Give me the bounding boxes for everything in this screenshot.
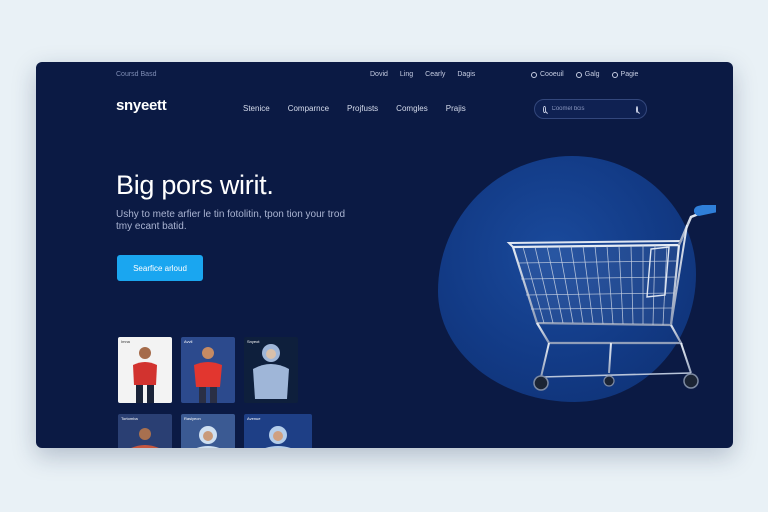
globe-icon bbox=[531, 71, 537, 78]
util-label-3: Pagie bbox=[620, 71, 639, 78]
nav-link-4[interactable]: Comgles bbox=[396, 104, 428, 113]
cta-button[interactable]: Searfice arloud bbox=[117, 255, 203, 281]
top-utils: Cooeuil Galg Pagie bbox=[531, 71, 638, 78]
top-link-3[interactable]: Cearly bbox=[425, 71, 445, 78]
product-thumb[interactable]: Tortomba bbox=[118, 414, 172, 448]
util-label-1: Cooeuil bbox=[540, 71, 564, 78]
app-window: Coursd Basd Dovid Ling Cearly Dagis Cooe… bbox=[36, 62, 733, 448]
search-icon bbox=[543, 105, 546, 113]
product-thumb[interactable]: Raslyeon bbox=[181, 414, 235, 448]
shopping-cart-image bbox=[506, 205, 716, 391]
top-link-1[interactable]: Dovid bbox=[370, 71, 388, 78]
product-thumb[interactable]: Avenue bbox=[244, 414, 312, 448]
logo[interactable]: snyeett bbox=[116, 97, 167, 114]
product-thumb[interactable]: Imna bbox=[118, 337, 172, 403]
person-figure bbox=[194, 347, 222, 403]
person-figure bbox=[131, 428, 159, 448]
nav-link-3[interactable]: Projfusts bbox=[347, 104, 378, 113]
search-submit-icon[interactable] bbox=[635, 105, 638, 113]
top-link-2[interactable]: Ling bbox=[400, 71, 413, 78]
util-item-3[interactable]: Pagie bbox=[611, 71, 639, 78]
thumb-tag: Raslyeon bbox=[184, 416, 201, 421]
user-icon bbox=[611, 71, 618, 78]
util-item-1[interactable]: Cooeuil bbox=[531, 71, 564, 78]
nav-link-5[interactable]: Prajis bbox=[446, 104, 466, 113]
hero-title: Big pors wirit. bbox=[116, 170, 274, 200]
nav-link-1[interactable]: Stenice bbox=[243, 104, 270, 113]
main-navbar: snyeett Stenice Comparnce Projfusts Comg… bbox=[36, 92, 733, 126]
product-thumb[interactable]: Avvil bbox=[181, 337, 235, 403]
person-figure bbox=[196, 426, 220, 448]
thumb-tag: Tortomba bbox=[121, 416, 138, 421]
util-label-2: Galg bbox=[584, 71, 600, 78]
person-figure bbox=[265, 426, 291, 448]
product-thumb[interactable]: Snyeot bbox=[244, 337, 298, 403]
top-link-4[interactable]: Dagis bbox=[457, 71, 475, 78]
top-utility-bar: Coursd Basd Dovid Ling Cearly Dagis Cooe… bbox=[36, 62, 733, 90]
person-figure bbox=[253, 344, 289, 399]
person-figure bbox=[133, 347, 157, 403]
hero-subtitle: Ushy to mete arfier le tin fotolitin, tp… bbox=[116, 209, 345, 232]
top-left-text[interactable]: Coursd Basd bbox=[116, 71, 156, 78]
thumb-tag: Avenue bbox=[247, 416, 261, 421]
util-item-2[interactable]: Galg bbox=[575, 71, 600, 78]
search-input[interactable] bbox=[551, 106, 630, 112]
nav-link-2[interactable]: Comparnce bbox=[288, 104, 329, 113]
top-links: Dovid Ling Cearly Dagis bbox=[370, 71, 475, 78]
search-box[interactable] bbox=[534, 99, 647, 119]
nav-links: Stenice Comparnce Projfusts Comgles Praj… bbox=[243, 104, 466, 113]
help-icon bbox=[575, 71, 582, 78]
